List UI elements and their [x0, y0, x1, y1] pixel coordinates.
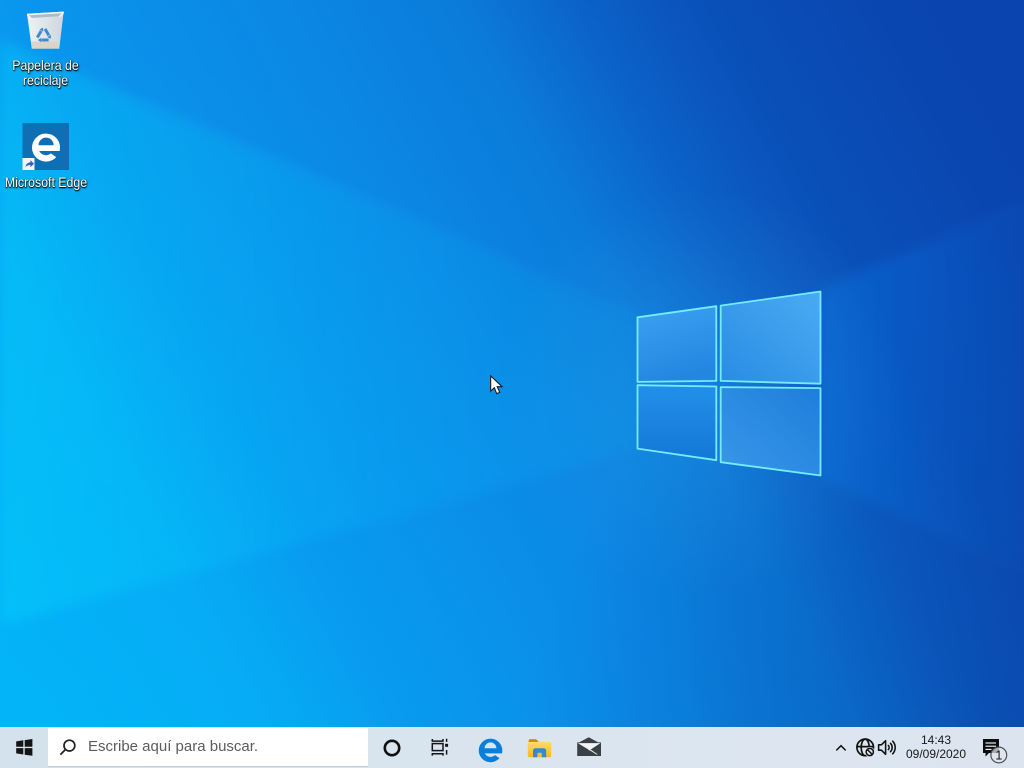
- svg-text:1: 1: [995, 748, 1002, 762]
